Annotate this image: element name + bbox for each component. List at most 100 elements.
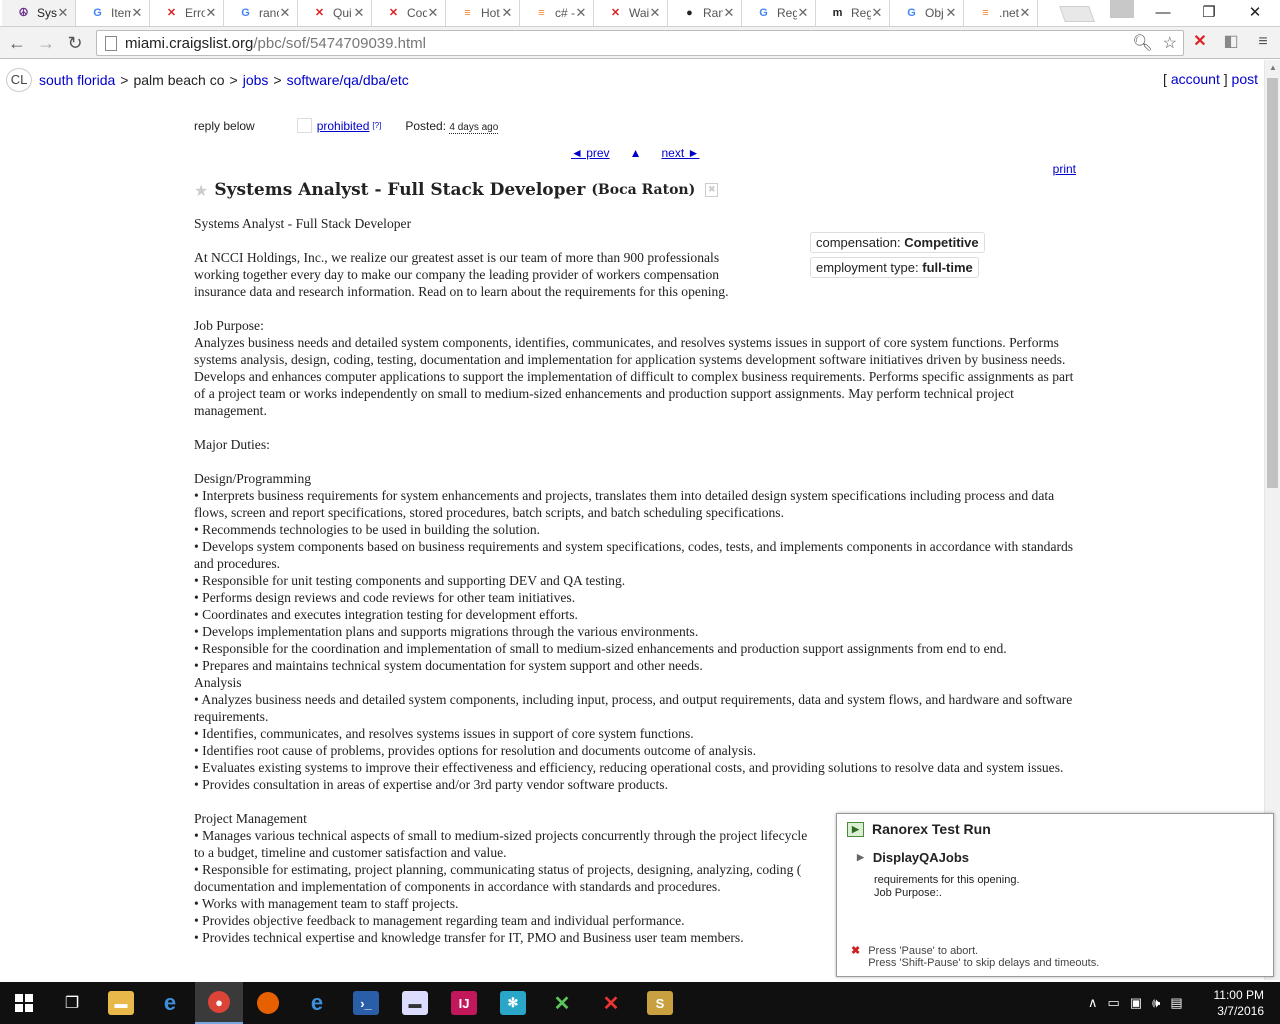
- browser-tab-title: ranc: [259, 6, 279, 20]
- google-icon: G: [759, 6, 768, 19]
- breadcrumb-subarea[interactable]: palm beach co: [133, 72, 224, 88]
- powershell-icon[interactable]: ›_: [342, 982, 390, 1024]
- major-duties-heading: Major Duties:: [194, 437, 270, 452]
- close-tab-icon[interactable]: ✕: [945, 5, 957, 21]
- close-window-icon[interactable]: ✕: [1232, 0, 1278, 24]
- power-icon[interactable]: ▭: [1108, 995, 1120, 1011]
- browser-tab[interactable]: G Item ✕: [76, 0, 150, 26]
- back-icon[interactable]: ←: [6, 32, 28, 54]
- prohibited-flag-link[interactable]: prohibited: [317, 119, 370, 133]
- job-purpose-text: Analyzes business needs and detailed sys…: [194, 335, 1074, 418]
- list-item: • Analyzes business needs and detailed s…: [194, 692, 1073, 724]
- edge-icon[interactable]: e: [146, 982, 194, 1024]
- close-tab-icon[interactable]: ✕: [279, 5, 291, 21]
- breadcrumb-category[interactable]: jobs: [243, 72, 269, 88]
- windows-taskbar: ❐ ▬ e ● e ›_ ▬ IJ ✻ ✕ ✕ S ∧ ▭ ▣ 🕪︎ ▤ 11:…: [0, 982, 1280, 1024]
- list-item: • Identifies root cause of problems, pro…: [194, 743, 756, 758]
- settings-app-icon[interactable]: ✻: [489, 982, 537, 1024]
- ranorex-extension-icon[interactable]: ✕: [1189, 31, 1211, 53]
- close-tab-icon[interactable]: ✕: [1019, 5, 1031, 21]
- posting-info-bar: reply below prohibited [?] Posted: 4 day…: [194, 118, 499, 134]
- internet-explorer-icon[interactable]: e: [293, 982, 341, 1024]
- ranorex-icon: ✕: [610, 6, 621, 19]
- browser-tab-title: Obj: [925, 6, 944, 20]
- browser-tab[interactable]: ✕ Cod ✕: [372, 0, 446, 26]
- sublime-text-icon[interactable]: S: [636, 982, 684, 1024]
- close-tab-icon[interactable]: ✕: [57, 5, 69, 21]
- close-tab-icon[interactable]: ✕: [871, 5, 883, 21]
- browser-tab[interactable]: ≡ .net ✕: [964, 0, 1038, 26]
- print-link[interactable]: print: [1053, 162, 1076, 176]
- craigslist-logo[interactable]: CL: [6, 68, 32, 92]
- chrome-icon[interactable]: ●: [195, 982, 243, 1024]
- stackoverflow-icon: ≡: [982, 6, 989, 19]
- browser-tab[interactable]: Granc✕: [224, 0, 298, 26]
- file-explorer-icon[interactable]: ▬: [97, 982, 145, 1024]
- browser-tab[interactable]: ✕ Wai ✕: [594, 0, 668, 26]
- browser-tab[interactable]: G Obj ✕: [890, 0, 964, 26]
- close-tab-icon[interactable]: ✕: [131, 5, 143, 21]
- volume-icon[interactable]: 🕪︎: [1152, 995, 1160, 1011]
- ranorex-message: requirements for this opening. Job Purpo…: [874, 874, 1020, 899]
- notifications-icon[interactable]: ▤: [1170, 995, 1182, 1011]
- start-icon[interactable]: [0, 982, 48, 1024]
- favorite-star-icon[interactable]: ★: [194, 181, 208, 200]
- browser-tab[interactable]: ≡ Hot ✕: [446, 0, 520, 26]
- up-link[interactable]: ▲: [630, 146, 642, 160]
- browser-tab[interactable]: ✕ Erro ✕: [150, 0, 224, 26]
- close-tab-icon[interactable]: ✕: [501, 5, 513, 21]
- app-icon[interactable]: ▬: [391, 982, 439, 1024]
- minimize-icon[interactable]: —: [1140, 0, 1186, 24]
- restore-icon[interactable]: ❐: [1186, 0, 1232, 24]
- scroll-up-icon[interactable]: ▲: [1265, 63, 1280, 72]
- flag-checkbox[interactable]: [296, 118, 312, 133]
- account-link[interactable]: account: [1171, 71, 1220, 87]
- google-icon: G: [907, 6, 916, 19]
- close-tab-icon[interactable]: ✕: [205, 5, 217, 21]
- browser-tab[interactable]: m Reg ✕: [816, 0, 890, 26]
- analysis-heading: Analysis: [194, 675, 242, 690]
- chrome-menu-icon[interactable]: ≡: [1252, 31, 1274, 53]
- task-view-icon[interactable]: ❐: [48, 982, 96, 1024]
- prev-link[interactable]: ◄ prev: [571, 146, 610, 160]
- close-tab-icon[interactable]: ✕: [649, 5, 661, 21]
- profile-icon[interactable]: [1110, 0, 1134, 18]
- browser-tab[interactable]: G Reg ✕: [742, 0, 816, 26]
- bookmark-star-icon[interactable]: ☆: [1163, 33, 1177, 53]
- ranorex-studio-icon[interactable]: ✕: [538, 982, 586, 1024]
- browser-tab[interactable]: ● Ran ✕: [668, 0, 742, 26]
- new-tab-button[interactable]: [1059, 6, 1095, 22]
- browser-tab[interactable]: ✕ Qui ✕: [298, 0, 372, 26]
- breadcrumb-subcategory[interactable]: software/qa/dba/etc: [287, 72, 409, 88]
- firefox-icon[interactable]: [244, 982, 292, 1024]
- close-tab-icon[interactable]: ✕: [723, 5, 735, 21]
- hide-posting-icon[interactable]: ✖: [705, 183, 719, 197]
- ranorex-icon: ✕: [388, 6, 399, 19]
- ranorex-test-run-window: ▶ Ranorex Test Run ▶ DisplayQAJobs requi…: [836, 813, 1274, 977]
- breadcrumb-area[interactable]: south florida: [39, 72, 115, 88]
- reload-icon[interactable]: ↻: [64, 32, 86, 54]
- forward-icon[interactable]: →: [35, 32, 57, 54]
- ranorex-spy-icon[interactable]: ✕: [587, 982, 635, 1024]
- post-link[interactable]: post: [1232, 71, 1258, 87]
- posting-location: (Boca Raton): [591, 182, 696, 198]
- close-tab-icon[interactable]: ✕: [427, 5, 439, 21]
- address-bar[interactable]: miami.craigslist.org/pbc/sof/5474709039.…: [96, 30, 1184, 56]
- close-tab-icon[interactable]: ✕: [575, 5, 587, 21]
- browser-tab[interactable]: ☮ Syst✕: [2, 0, 76, 26]
- next-link[interactable]: next ►: [661, 146, 699, 160]
- close-tab-icon[interactable]: ✕: [797, 5, 809, 21]
- list-item: • Develops implementation plans and supp…: [194, 624, 699, 639]
- close-tab-icon[interactable]: ✕: [353, 5, 365, 21]
- flag-help-link[interactable]: [?]: [372, 121, 381, 130]
- scrollbar-thumb[interactable]: [1267, 78, 1278, 488]
- browser-tab[interactable]: ≡ c# - ✕: [520, 0, 594, 26]
- taskbar-clock[interactable]: 11:00 PM 3/7/2016: [1214, 987, 1264, 1019]
- list-item: • Recommends technologies to be used in …: [194, 522, 541, 537]
- network-icon[interactable]: ▣: [1130, 995, 1142, 1011]
- zoom-icon[interactable]: 🔍︎: [1132, 33, 1152, 53]
- extension-icon[interactable]: ◧: [1220, 31, 1242, 53]
- jetbrains-icon[interactable]: IJ: [440, 982, 488, 1024]
- body-intro: At NCCI Holdings, Inc., we realize our g…: [194, 250, 729, 299]
- tray-expand-icon[interactable]: ∧: [1088, 995, 1098, 1011]
